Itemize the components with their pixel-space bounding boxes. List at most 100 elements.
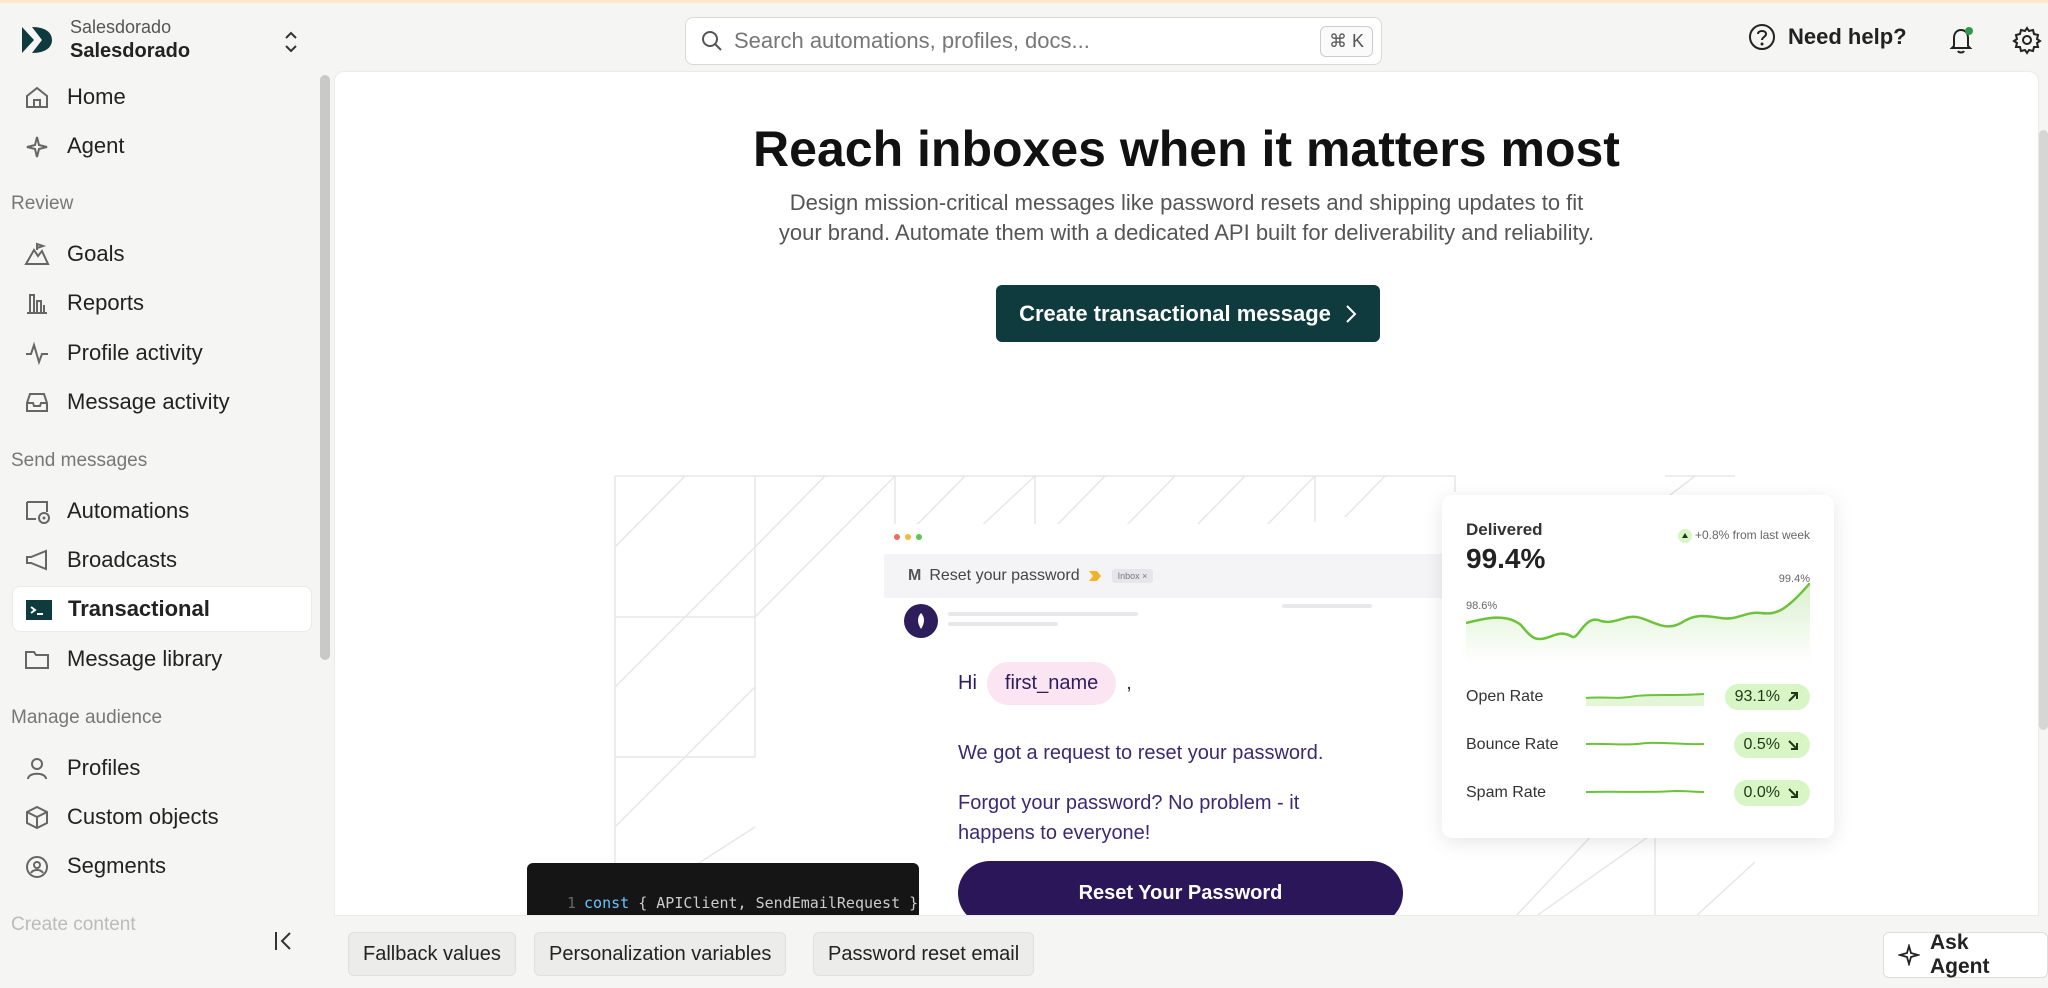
sidebar-item-label: Agent <box>67 133 125 158</box>
leaf-logo-icon <box>918 613 924 629</box>
sidebar-item-segments[interactable]: Segments <box>12 843 312 889</box>
sidebar-item-label: Broadcasts <box>67 547 178 572</box>
chevron-updown-icon[interactable] <box>280 27 302 57</box>
chip-password-reset-email[interactable]: Password reset email <box>813 932 1035 976</box>
sidebar-section-send-messages: Send messages <box>11 450 148 471</box>
gear-icon[interactable] <box>2012 25 2042 55</box>
reset-password-button: Reset Your Password <box>958 861 1403 915</box>
spam-rate-sparkline <box>1586 789 1704 793</box>
change-text: +0.8% from last week <box>1694 528 1810 542</box>
bounce-rate-sparkline <box>1586 741 1704 746</box>
delivered-change: +0.8% from last week <box>1677 528 1810 543</box>
bar-chart-icon <box>27 294 47 314</box>
rate-name: Open Rate <box>1466 688 1544 705</box>
sidebar-item-automations[interactable]: Automations <box>12 488 312 534</box>
ask-agent-button[interactable]: Ask Agent <box>1883 931 2048 978</box>
chip-personalization-variables[interactable]: Personalization variables <box>534 932 787 976</box>
email-body-line: Forgot your password? No problem - it <box>958 792 1300 814</box>
sidebar-item-profiles[interactable]: Profiles <box>12 745 312 791</box>
user-icon <box>27 758 47 780</box>
email-greeting: Hi first_name , <box>958 662 1132 705</box>
window-dots <box>894 534 927 540</box>
ask-agent-label: Ask Agent <box>1929 931 1990 978</box>
search-bar[interactable]: Search automations, profiles, docs... ⌘ … <box>685 17 1382 65</box>
sidebar-item-custom-objects[interactable]: Custom objects <box>12 794 312 840</box>
sidebar-item-label: Custom objects <box>67 804 219 829</box>
open-rate-row: Open Rate 93.1% <box>1466 682 1810 712</box>
sidebar-item-label: Home <box>67 84 126 109</box>
org-switcher[interactable]: Salesdorado Salesdorado <box>20 17 190 63</box>
arrow-down-right-icon <box>1788 740 1798 750</box>
cube-icon <box>26 805 48 829</box>
bottom-suggestions-bar: Fallback values Personalization variable… <box>334 916 2048 988</box>
search-shortcut: ⌘ K <box>1319 25 1373 57</box>
sidebar-item-label: Transactional <box>68 596 210 621</box>
hero-title: Reach inboxes when it matters most <box>753 121 1620 177</box>
help-label: Need help? <box>1788 24 1907 49</box>
sidebar-item-reports[interactable]: Reports <box>12 280 312 326</box>
greeting-text: Hi <box>958 672 977 694</box>
sidebar-item-broadcasts[interactable]: Broadcasts <box>12 537 312 583</box>
rate-value: 0.0% <box>1733 780 1810 806</box>
spam-rate-row: Spam Rate 0.0% <box>1466 778 1810 808</box>
mail-icon: M <box>908 567 922 584</box>
arrow-up-right-icon <box>1788 692 1798 702</box>
goal-icon <box>24 242 50 265</box>
sidebar-item-transactional[interactable]: Transactional <box>12 586 312 632</box>
skeleton-line <box>948 612 1138 616</box>
search-icon <box>702 31 722 51</box>
rate-name: Spam Rate <box>1466 784 1547 801</box>
top-bar: Salesdorado Salesdorado Search automatio… <box>0 3 2048 71</box>
workspace-label: Salesdorado <box>70 17 172 37</box>
arrow-down-right-icon <box>1788 788 1798 798</box>
sparkle-icon <box>26 136 48 158</box>
sidebar-section-manage-audience: Manage audience <box>11 707 163 728</box>
chip-fallback-values[interactable]: Fallback values <box>348 932 516 976</box>
sidebar-item-goals[interactable]: Goals <box>12 231 312 277</box>
trend-up-icon <box>1677 528 1692 543</box>
sidebar-item-label: Goals <box>67 241 125 266</box>
sidebar-item-label: Segments <box>67 853 167 878</box>
sidebar-item-message-activity[interactable]: Message activity <box>12 379 312 425</box>
main-scrollbar[interactable] <box>2039 130 2048 730</box>
sidebar-item-agent[interactable]: Agent <box>12 123 312 169</box>
collapse-sidebar-icon[interactable] <box>272 928 298 954</box>
sidebar-item-profile-activity[interactable]: Profile activity <box>12 330 312 376</box>
open-rate-sparkline <box>1586 693 1704 706</box>
folder-icon <box>25 651 49 669</box>
bell-icon[interactable] <box>1946 25 1976 55</box>
rate-value-text: 0.0% <box>1743 784 1780 801</box>
help-button[interactable]: Need help? <box>1748 23 1907 51</box>
bounce-rate-row: Bounce Rate 0.5% <box>1466 730 1810 760</box>
sidebar-item-label: Reports <box>67 290 145 315</box>
delivery-stats-card: Delivered 99.4% +0.8% from last week 99.… <box>1442 495 1834 838</box>
sidebar-item-label: Message activity <box>67 389 230 414</box>
code-text: { APIClient, SendEmailRequest } <box>629 894 919 912</box>
rate-value: 0.5% <box>1733 732 1810 758</box>
code-keyword: const <box>584 894 630 912</box>
email-preview-mock: M Reset your password Inbox × Hi first_n… <box>884 524 1494 915</box>
skeleton-line <box>1282 604 1372 608</box>
sidebar-item-label: Profile activity <box>67 340 203 365</box>
code-snippet: 1 const { APIClient, SendEmailRequest } <box>527 863 919 915</box>
rate-value-text: 93.1% <box>1734 688 1780 705</box>
email-body-line: happens to everyone! <box>958 822 1151 844</box>
important-marker-icon <box>1088 571 1101 581</box>
account-name: Salesdorado <box>70 39 191 62</box>
delivered-sparkline <box>1466 583 1810 663</box>
greeting-end: , <box>1126 672 1132 694</box>
sidebar-section-review: Review <box>11 193 74 214</box>
sidebar-item-message-library[interactable]: Message library <box>12 636 312 682</box>
sidebar-item-home[interactable]: Home <box>12 74 312 120</box>
email-body-line: We got a request to reset your password. <box>958 742 1324 764</box>
sidebar-scrollbar[interactable] <box>320 75 330 660</box>
sender-avatar <box>904 604 938 638</box>
terminal-icon <box>26 600 52 620</box>
search-input[interactable]: Search automations, profiles, docs... <box>734 28 1320 54</box>
skeleton-line <box>948 622 1058 626</box>
sidebar: Home Agent Review Goals Reports Profile … <box>0 71 320 988</box>
create-transactional-message-button[interactable]: Create transactional message <box>996 285 1380 342</box>
inbox-icon <box>26 393 48 412</box>
email-body-paragraph: Forgot your password? No problem - it ha… <box>958 788 1299 848</box>
hero-subtitle: Design mission-critical messages like pa… <box>335 188 2038 248</box>
